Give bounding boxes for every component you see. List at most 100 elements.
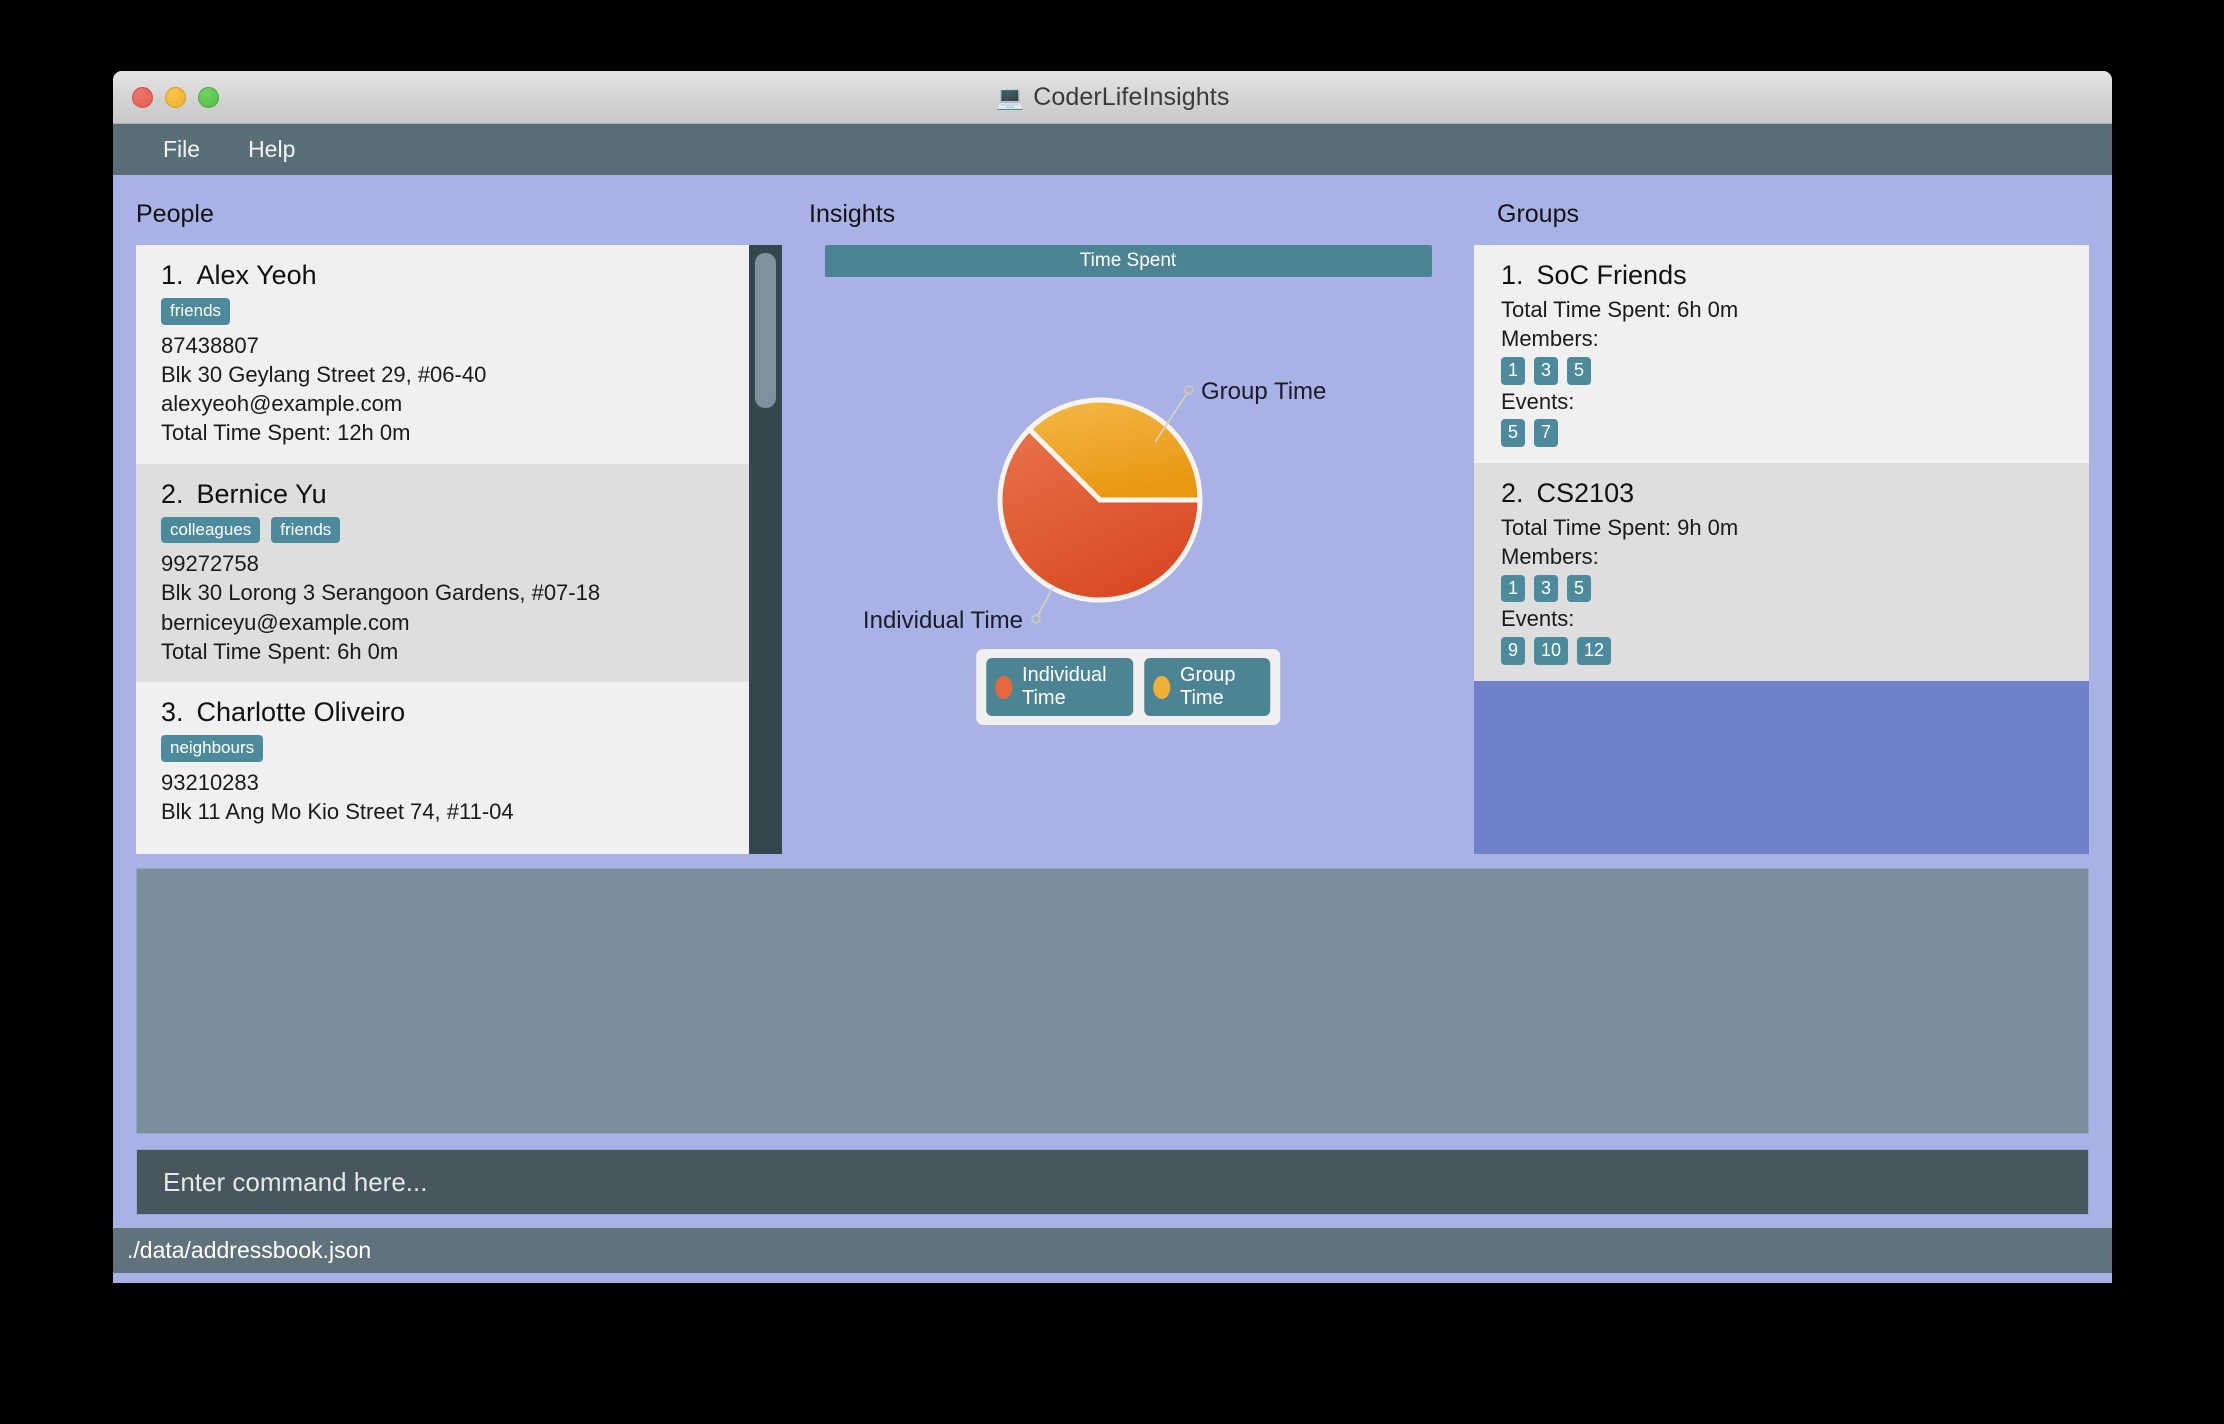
member-chip[interactable]: 1 bbox=[1501, 575, 1525, 603]
member-chip[interactable]: 5 bbox=[1567, 357, 1591, 385]
insights-panel-title: Insights bbox=[786, 175, 1470, 245]
member-chip[interactable]: 3 bbox=[1534, 575, 1558, 603]
zoom-button[interactable] bbox=[198, 87, 219, 108]
person-address: Blk 30 Lorong 3 Serangoon Gardens, #07-1… bbox=[161, 578, 749, 607]
group-members-chips: 1 3 5 bbox=[1501, 575, 2089, 603]
people-list[interactable]: 1. Alex Yeoh friends 87438807 Blk 30 Gey… bbox=[136, 245, 782, 854]
person-email: alexyeoh@example.com bbox=[161, 389, 749, 418]
groups-panel-title: Groups bbox=[1474, 175, 2112, 245]
person-tag: colleagues bbox=[161, 517, 260, 544]
people-panel: People 1. Alex Yeoh friends 87438807 bbox=[113, 175, 782, 854]
time-spent-chart: Time Spent bbox=[786, 245, 1470, 854]
event-chip[interactable]: 7 bbox=[1534, 419, 1558, 447]
leader-dot-group-time bbox=[1185, 386, 1193, 394]
menu-item-file[interactable]: File bbox=[139, 131, 224, 168]
minimize-button[interactable] bbox=[165, 87, 186, 108]
group-members-label: Members: bbox=[1501, 324, 2089, 353]
result-display bbox=[136, 868, 2089, 1134]
command-input-placeholder: Enter command here... bbox=[163, 1167, 427, 1198]
group-name: SoC Friends bbox=[1537, 260, 1687, 291]
leader-line-individual-time bbox=[1037, 587, 1053, 617]
person-tag: friends bbox=[161, 298, 230, 325]
event-chip[interactable]: 10 bbox=[1534, 637, 1568, 665]
close-button[interactable] bbox=[132, 87, 153, 108]
pie-label-individual-time: Individual Time bbox=[862, 607, 1022, 634]
person-address: Blk 30 Geylang Street 29, #06-40 bbox=[161, 360, 749, 389]
group-events-chips: 9 10 12 bbox=[1501, 637, 2089, 665]
member-chip[interactable]: 5 bbox=[1567, 575, 1591, 603]
legend-swatch-group-time bbox=[1153, 676, 1170, 699]
people-list-scrollbar[interactable] bbox=[749, 245, 782, 854]
group-events-label: Events: bbox=[1501, 387, 2089, 416]
people-list-items: 1. Alex Yeoh friends 87438807 Blk 30 Gey… bbox=[136, 245, 749, 854]
save-location-status: ./data/addressbook.json bbox=[127, 1237, 371, 1264]
groups-list[interactable]: 1. SoC Friends Total Time Spent: 6h 0m M… bbox=[1474, 245, 2089, 854]
person-phone: 87438807 bbox=[161, 331, 749, 360]
tag-row: colleagues friends bbox=[161, 517, 749, 544]
group-index: 1. bbox=[1501, 260, 1524, 291]
event-chip[interactable]: 5 bbox=[1501, 419, 1525, 447]
person-phone: 93210283 bbox=[161, 768, 749, 797]
person-phone: 99272758 bbox=[161, 549, 749, 578]
person-time: Total Time Spent: 6h 0m bbox=[161, 637, 749, 666]
groups-panel: Groups 1. SoC Friends Total Time Spent: … bbox=[1474, 175, 2112, 854]
group-members-label: Members: bbox=[1501, 542, 2089, 571]
window-title-group: 💻 CoderLifeInsights bbox=[113, 71, 2112, 123]
list-item[interactable]: 1. Alex Yeoh friends 87438807 Blk 30 Gey… bbox=[136, 245, 749, 464]
group-events-label: Events: bbox=[1501, 604, 2089, 633]
window-controls bbox=[132, 87, 219, 108]
event-chip[interactable]: 9 bbox=[1501, 637, 1525, 665]
person-name: Charlotte Oliveiro bbox=[197, 697, 406, 728]
leader-dot-individual-time bbox=[1032, 615, 1040, 623]
list-item[interactable]: 2. Bernice Yu colleagues friends 9927275… bbox=[136, 464, 749, 683]
person-index: 2. bbox=[161, 479, 184, 510]
person-at-computer-icon: 💻 bbox=[996, 86, 1025, 109]
group-time: Total Time Spent: 9h 0m bbox=[1501, 513, 2089, 542]
tag-row: friends bbox=[161, 298, 749, 325]
group-time: Total Time Spent: 6h 0m bbox=[1501, 295, 2089, 324]
result-display-container bbox=[113, 854, 2112, 1134]
group-members-chips: 1 3 5 bbox=[1501, 357, 2089, 385]
list-item[interactable]: 2. CS2103 Total Time Spent: 9h 0m Member… bbox=[1474, 463, 2089, 681]
person-index: 1. bbox=[161, 260, 184, 291]
legend-swatch-individual-time bbox=[995, 676, 1012, 699]
pie-chart-area: Group Time Individual Time Individual Ti… bbox=[825, 277, 1432, 747]
insights-panel: Insights Time Spent bbox=[786, 175, 1470, 854]
list-item[interactable]: 3. Charlotte Oliveiro neighbours 9321028… bbox=[136, 682, 749, 842]
chart-title: Time Spent bbox=[825, 245, 1432, 277]
legend-item-individual-time[interactable]: Individual Time bbox=[986, 658, 1133, 716]
window-title: CoderLifeInsights bbox=[1033, 83, 1229, 112]
person-tag: neighbours bbox=[161, 735, 263, 762]
title-bar: 💻 CoderLifeInsights bbox=[113, 71, 2112, 124]
group-header: 2. CS2103 bbox=[1501, 478, 2089, 509]
group-index: 2. bbox=[1501, 478, 1524, 509]
legend-label-group-time: Group Time bbox=[1180, 664, 1256, 710]
group-name: CS2103 bbox=[1537, 478, 1635, 509]
person-email: berniceyu@example.com bbox=[161, 608, 749, 637]
list-item[interactable]: 1. SoC Friends Total Time Spent: 6h 0m M… bbox=[1474, 245, 2089, 463]
person-time: Total Time Spent: 12h 0m bbox=[161, 418, 749, 447]
people-panel-title: People bbox=[113, 175, 782, 245]
menu-item-help[interactable]: Help bbox=[224, 131, 319, 168]
person-tag: friends bbox=[271, 517, 340, 544]
command-input[interactable]: Enter command here... bbox=[136, 1149, 2089, 1215]
status-bar: ./data/addressbook.json bbox=[113, 1228, 2112, 1273]
event-chip[interactable]: 12 bbox=[1577, 637, 1611, 665]
legend-item-group-time[interactable]: Group Time bbox=[1144, 658, 1269, 716]
tag-row: neighbours bbox=[161, 735, 749, 762]
person-index: 3. bbox=[161, 697, 184, 728]
person-name: Alex Yeoh bbox=[197, 260, 317, 291]
scrollbar-thumb[interactable] bbox=[755, 253, 776, 408]
menu-bar: File Help bbox=[113, 124, 2112, 175]
member-chip[interactable]: 3 bbox=[1534, 357, 1558, 385]
chart-legend: Individual Time Group Time bbox=[976, 649, 1280, 725]
person-header: 2. Bernice Yu bbox=[161, 479, 749, 510]
member-chip[interactable]: 1 bbox=[1501, 357, 1525, 385]
panel-row: People 1. Alex Yeoh friends 87438807 bbox=[113, 175, 2112, 854]
person-address: Blk 11 Ang Mo Kio Street 74, #11-04 bbox=[161, 797, 749, 826]
group-events-chips: 5 7 bbox=[1501, 419, 2089, 447]
legend-label-individual-time: Individual Time bbox=[1022, 664, 1119, 710]
main-content: People 1. Alex Yeoh friends 87438807 bbox=[113, 175, 2112, 1283]
command-box-container: Enter command here... bbox=[113, 1134, 2112, 1228]
app-window: 💻 CoderLifeInsights File Help People 1. … bbox=[113, 71, 2112, 1283]
